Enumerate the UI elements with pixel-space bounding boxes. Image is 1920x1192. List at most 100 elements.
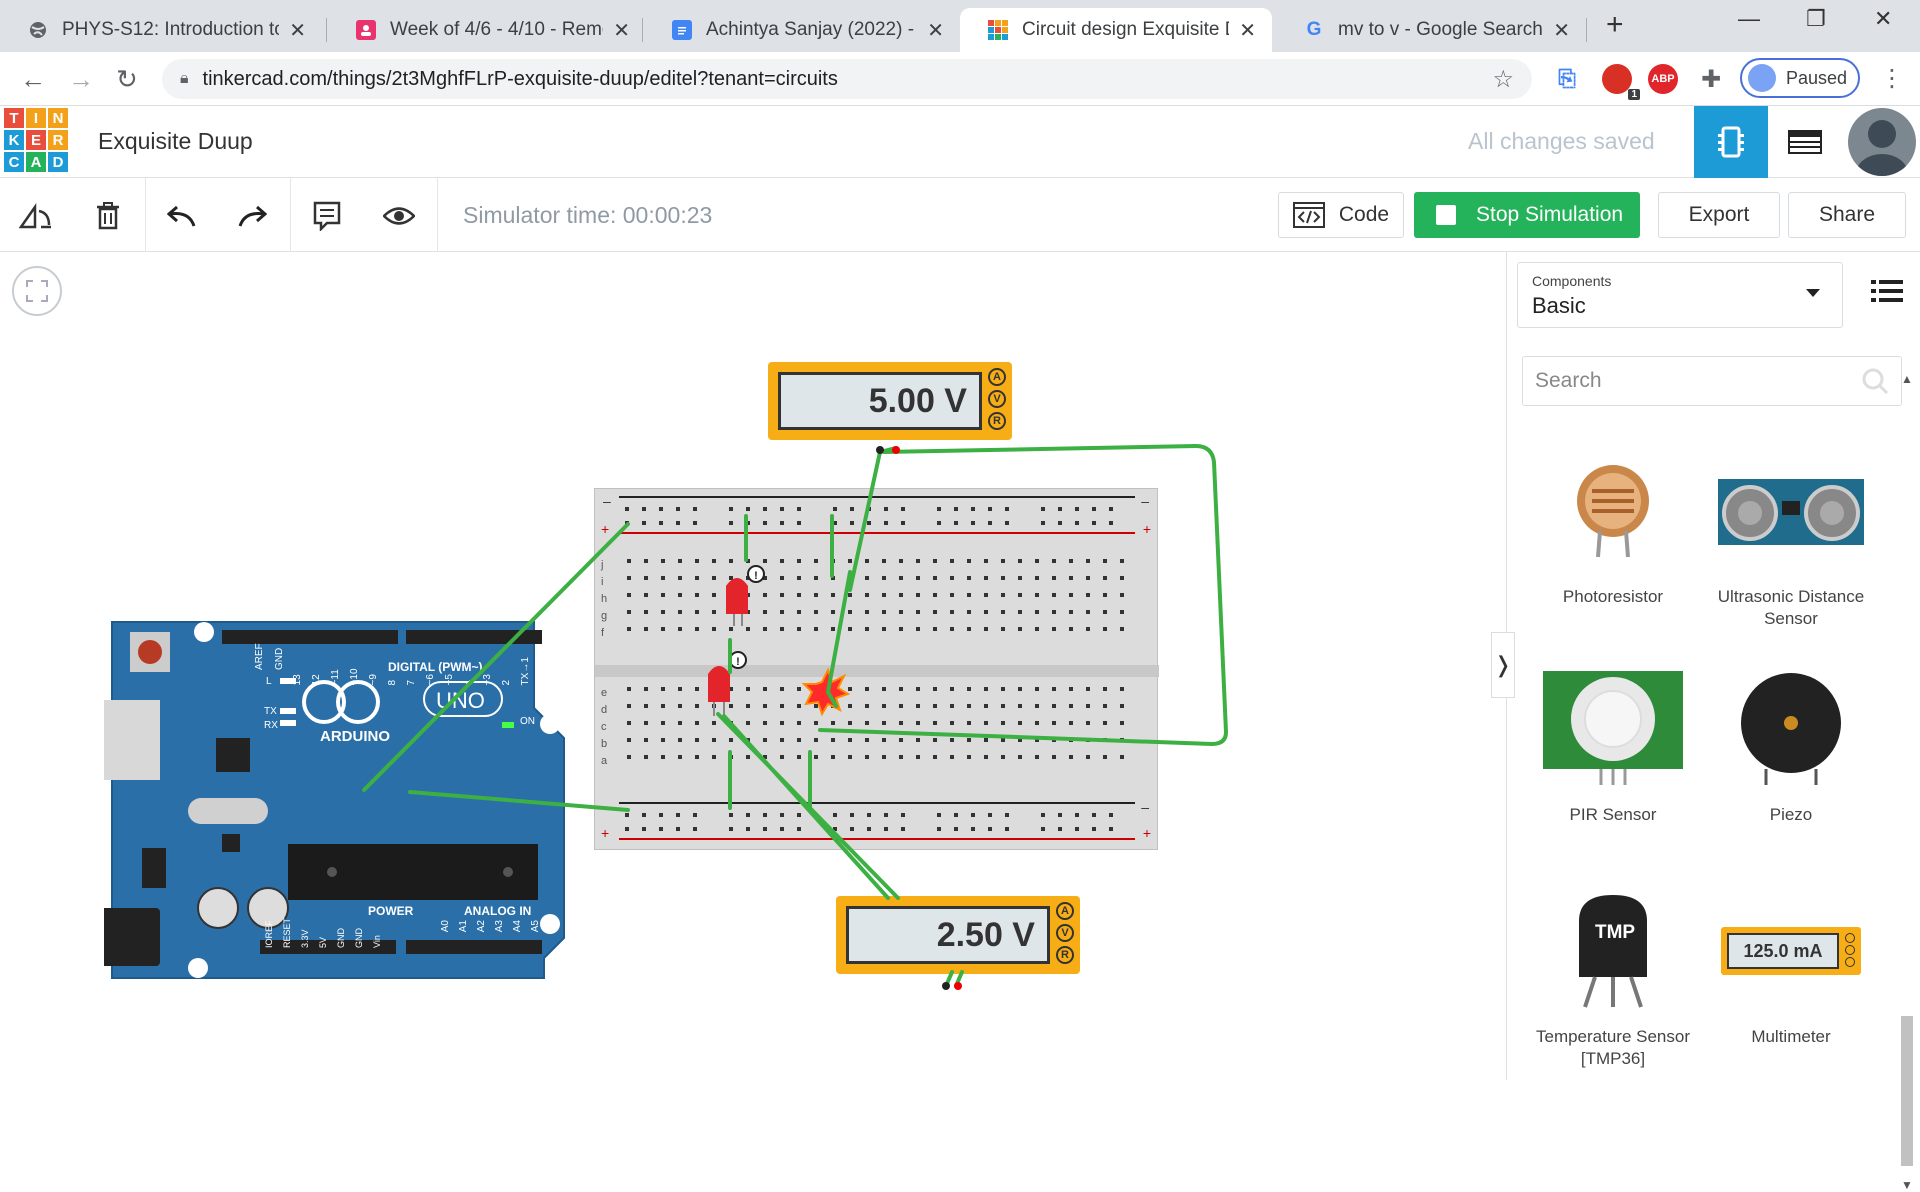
close-window-button[interactable]: ✕ — [1874, 6, 1892, 32]
multimeter-top[interactable]: 5.00 V A V R — [768, 362, 1012, 440]
component-search-input[interactable]: Search — [1522, 356, 1902, 406]
profile-status: Paused — [1786, 67, 1848, 88]
browser-tab-active[interactable]: Circuit design Exquisite Duu ✕ — [960, 8, 1272, 52]
pir-sensor-icon — [1543, 671, 1683, 785]
meter-knob-a[interactable]: A — [1056, 902, 1074, 920]
close-tab-icon[interactable]: ✕ — [927, 18, 944, 43]
breadboard-icon — [1718, 126, 1744, 158]
editor-toolbar: Simulator time: 00:00:23 Code Stop Simul… — [0, 178, 1920, 252]
components-category-select[interactable]: Components Basic — [1517, 262, 1843, 328]
browser-tab[interactable]: PHYS-S12: Introduction to D ✕ — [0, 8, 322, 52]
restore-window-button[interactable]: ❐ — [1806, 6, 1826, 32]
rotate-button[interactable] — [16, 196, 56, 236]
extensions-puzzle-icon[interactable]: ✚ — [1696, 64, 1726, 94]
components-panel: ❭ Components Basic Search Photoresistor … — [1491, 252, 1920, 1192]
scrollbar-thumb[interactable] — [1901, 1016, 1913, 1166]
bookmark-star-icon[interactable]: ☆ — [1492, 65, 1514, 94]
panel-scrollbar[interactable]: ▲ ▼ — [1897, 372, 1917, 1192]
component-ultrasonic-sensor[interactable]: Ultrasonic Distance Sensor — [1703, 436, 1879, 630]
search-icon — [1862, 368, 1889, 395]
photoresistor-icon — [1577, 465, 1649, 558]
project-title[interactable]: Exquisite Duup — [98, 128, 253, 155]
extension-translate-icon[interactable]: ⎘ — [1552, 64, 1582, 94]
led-top[interactable]: ! — [726, 565, 765, 626]
browser-tab[interactable]: Week of 4/6 - 4/10 - Remot ✕ — [328, 8, 646, 52]
component-piezo[interactable]: Piezo — [1703, 654, 1879, 826]
share-button[interactable]: Share — [1788, 192, 1906, 238]
scroll-up-icon[interactable]: ▲ — [1901, 372, 1913, 386]
schematic-list-view-button[interactable] — [1768, 106, 1842, 178]
scroll-down-icon[interactable]: ▼ — [1901, 1178, 1913, 1192]
browser-tab[interactable]: G mv to v - Google Search ✕ — [1276, 8, 1586, 52]
list-icon — [1871, 280, 1903, 302]
trash-icon — [97, 202, 119, 230]
url-field[interactable]: 🔒︎ tinkercad.com/things/2t3MghfFLrP-exqu… — [162, 59, 1532, 99]
tmp-chip-label: TMP — [1595, 922, 1636, 943]
chevron-down-icon — [1806, 289, 1820, 297]
close-tab-icon[interactable]: ✕ — [1553, 18, 1570, 43]
simulator-time: Simulator time: 00:00:23 — [463, 202, 713, 228]
url-text: tinkercad.com/things/2t3MghfFLrP-exquisi… — [202, 67, 838, 90]
browser-tab[interactable]: Achintya Sanjay (2022) - We ✕ — [644, 8, 960, 52]
extension-record-icon[interactable]: 1 — [1602, 64, 1640, 100]
toggle-notes-visibility-button[interactable] — [379, 196, 419, 236]
circuit-parts-layer: ! ! — [708, 565, 851, 717]
forward-icon[interactable]: → — [68, 64, 94, 95]
delete-button[interactable] — [88, 196, 128, 236]
code-button[interactable]: Code — [1278, 192, 1404, 238]
components-select-value: Basic — [1532, 293, 1586, 318]
close-tab-icon[interactable]: ✕ — [613, 18, 630, 43]
meter-knob-r[interactable]: R — [988, 412, 1006, 430]
component-label: Photoresistor — [1562, 587, 1664, 606]
meter-knob-v[interactable]: V — [988, 390, 1006, 408]
reload-icon[interactable]: ↻ — [116, 64, 138, 95]
multimeter-bottom-display: 2.50 V — [846, 906, 1050, 964]
tab-title: Achintya Sanjay (2022) - We — [706, 19, 917, 40]
logo-letter: C — [4, 152, 24, 172]
component-label: PIR Sensor — [1569, 805, 1657, 824]
svg-text:!: ! — [736, 656, 740, 668]
logo-letter: A — [26, 152, 46, 172]
browser-menu-icon[interactable]: ⋮ — [1880, 64, 1904, 93]
adblock-icon[interactable]: ABP — [1648, 64, 1678, 94]
multimeter-icon: 125.0 mA — [1721, 927, 1861, 975]
close-tab-icon[interactable]: ✕ — [289, 18, 306, 43]
minimize-window-button[interactable]: — — [1738, 6, 1760, 32]
globe-icon — [28, 20, 48, 40]
component-multimeter[interactable]: 125.0 mA Multimeter — [1703, 876, 1879, 1048]
led-middle[interactable]: ! — [708, 651, 747, 716]
panel-list-view-button[interactable] — [1871, 278, 1903, 308]
redo-icon — [238, 205, 267, 227]
close-tab-icon[interactable]: ✕ — [1239, 18, 1256, 43]
circuit-view-button[interactable] — [1694, 106, 1768, 178]
circuit-canvas[interactable]: – + – + – + – + jihgf edcba DIGITAL (PWM… — [0, 252, 1506, 1080]
notes-button[interactable] — [307, 196, 347, 236]
logo-letter: D — [48, 152, 68, 172]
stop-simulation-button[interactable]: Stop Simulation — [1414, 192, 1640, 238]
led-burst[interactable] — [801, 667, 851, 717]
logo-letter: T — [4, 108, 24, 128]
tab-title: Week of 4/6 - 4/10 - Remot — [390, 19, 604, 40]
tab-title: Circuit design Exquisite Duu — [1022, 19, 1229, 40]
component-photoresistor[interactable]: Photoresistor — [1525, 436, 1701, 608]
logo-letter: I — [26, 108, 46, 128]
tinkercad-logo[interactable]: T I N K E R C A D — [4, 108, 68, 176]
component-pir-sensor[interactable]: PIR Sensor — [1525, 654, 1701, 826]
multimeter-bottom[interactable]: 2.50 V A V R — [836, 896, 1080, 974]
save-status: All changes saved — [1468, 128, 1655, 154]
export-button[interactable]: Export — [1658, 192, 1780, 238]
component-temperature-sensor[interactable]: TMP Temperature Sensor [TMP36] — [1525, 876, 1701, 1070]
redo-button[interactable] — [232, 196, 272, 236]
user-avatar[interactable] — [1848, 108, 1916, 176]
profile-button[interactable]: Paused — [1740, 58, 1860, 98]
new-tab-button[interactable]: + — [1606, 8, 1624, 42]
undo-button[interactable] — [162, 196, 202, 236]
meter-knob-v[interactable]: V — [1056, 924, 1074, 942]
search-placeholder: Search — [1535, 369, 1602, 392]
collapse-panel-button[interactable]: ❭ — [1491, 632, 1515, 698]
component-label: Ultrasonic Distance Sensor — [1717, 587, 1865, 628]
meter-knob-a[interactable]: A — [988, 368, 1006, 386]
stop-simulation-label: Stop Simulation — [1476, 203, 1624, 226]
back-icon[interactable]: ← — [20, 64, 46, 95]
meter-knob-r[interactable]: R — [1056, 946, 1074, 964]
